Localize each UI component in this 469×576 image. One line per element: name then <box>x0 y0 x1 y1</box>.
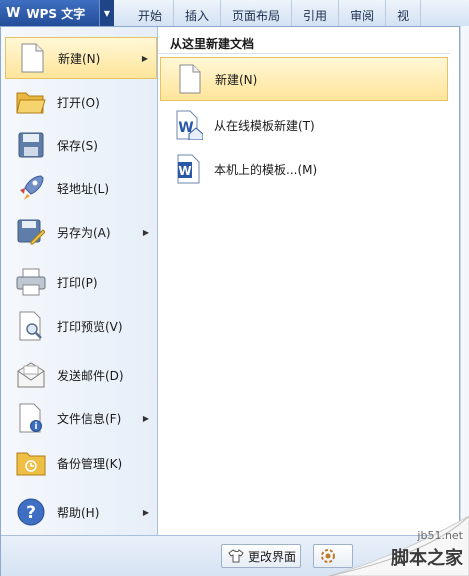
tab-page-layout[interactable]: 页面布局 <box>221 0 293 26</box>
online-template-icon: W <box>174 109 204 141</box>
mail-icon <box>15 359 47 391</box>
svg-text:W: W <box>178 164 191 178</box>
submenu-item-label: 本机上的模板...(M) <box>214 162 318 177</box>
help-icon: ? <box>15 496 47 528</box>
blank-doc-icon <box>175 63 205 95</box>
menu-item-save-as[interactable]: 另存为(A) ▶ <box>5 211 157 253</box>
shirt-icon <box>228 548 244 564</box>
change-ui-label: 更改界面 <box>248 549 297 564</box>
menu-item-new[interactable]: 新建(N) ▶ <box>5 37 157 79</box>
site-watermark: jb51.net 脚本之家 <box>319 516 469 576</box>
printer-icon <box>15 266 47 298</box>
menu-item-print-preview[interactable]: 打印预览(V) <box>5 305 157 347</box>
wps-logo-icon: W <box>6 5 21 21</box>
submenu-item-new-blank[interactable]: 新建(N) <box>160 57 448 101</box>
submenu-item-label: 从在线模板新建(T) <box>214 118 315 133</box>
submenu-item-label: 新建(N) <box>215 72 258 87</box>
tab-references[interactable]: 引用 <box>292 0 340 26</box>
menu-item-label: 文件信息(F) <box>57 411 122 426</box>
file-menu-panel: 新建(N) ▶ 打开(O) 保存(S) 轻地址(L) 另存为(A) ▶ 打印(P… <box>0 26 460 576</box>
file-menu-left-column: 新建(N) ▶ 打开(O) 保存(S) 轻地址(L) 另存为(A) ▶ 打印(P… <box>1 27 158 535</box>
menu-item-label: 另存为(A) <box>57 225 111 240</box>
new-doc-icon <box>16 42 48 74</box>
save-as-icon <box>15 216 47 248</box>
menu-item-backup[interactable]: 备份管理(K) <box>5 442 157 484</box>
menu-item-open[interactable]: 打开(O) <box>5 81 157 123</box>
chevron-down-icon: ▼ <box>99 0 114 26</box>
new-document-submenu: 从这里新建文档 新建(N) W 从在线模板新建(T) W 本机上的模板...(M… <box>158 27 450 507</box>
save-disk-icon <box>15 129 47 161</box>
menu-item-label: 帮助(H) <box>57 505 100 520</box>
menu-item-label: 备份管理(K) <box>57 456 123 471</box>
submenu-arrow-icon: ▶ <box>142 413 149 423</box>
submenu-item-local-template[interactable]: W 本机上的模板...(M) <box>160 147 448 191</box>
app-title: WPS 文字 <box>26 6 86 21</box>
menu-item-label: 打开(O) <box>57 95 100 110</box>
menu-item-save[interactable]: 保存(S) <box>5 124 157 166</box>
open-folder-icon <box>15 86 47 118</box>
divider <box>158 53 450 54</box>
document-edge <box>460 26 469 576</box>
submenu-arrow-icon: ▶ <box>142 227 149 237</box>
menu-item-send-mail[interactable]: 发送邮件(D) <box>5 354 157 396</box>
submenu-arrow-icon: ▶ <box>142 507 149 517</box>
tab-home[interactable]: 开始 <box>114 0 175 26</box>
menu-item-label: 保存(S) <box>57 138 98 153</box>
wps-app-menu-button[interactable]: W WPS 文字 ▼ <box>0 0 114 26</box>
watermark-site: jb51.net <box>417 529 463 542</box>
tab-insert[interactable]: 插入 <box>174 0 222 26</box>
svg-text:?: ? <box>26 503 36 523</box>
backup-folder-icon <box>15 447 47 479</box>
submenu-title: 从这里新建文档 <box>170 37 255 51</box>
menu-item-label: 轻地址(L) <box>57 181 110 196</box>
tab-review[interactable]: 审阅 <box>339 0 387 26</box>
ribbon-tabs: 开始 插入 页面布局 引用 审阅 视 <box>114 0 422 26</box>
menu-item-file-info[interactable]: 文件信息(F) ▶ <box>5 397 157 439</box>
menu-item-label: 新建(N) <box>58 51 101 66</box>
menu-item-qing-address[interactable]: 轻地址(L) <box>5 167 157 209</box>
menu-item-label: 发送邮件(D) <box>57 368 124 383</box>
submenu-arrow-icon: ▶ <box>141 53 148 63</box>
print-preview-icon <box>15 310 47 342</box>
menu-item-help[interactable]: ? 帮助(H) ▶ <box>5 491 157 533</box>
menu-item-label: 打印(P) <box>57 275 98 290</box>
local-template-icon: W <box>174 153 204 185</box>
submenu-item-online-template[interactable]: W 从在线模板新建(T) <box>160 103 448 147</box>
file-info-icon <box>15 402 47 434</box>
top-bar: W WPS 文字 ▼ 开始 插入 页面布局 引用 审阅 视 <box>0 0 469 27</box>
tab-view[interactable]: 视 <box>386 0 422 26</box>
menu-item-label: 打印预览(V) <box>57 319 123 334</box>
change-ui-button[interactable]: 更改界面 <box>221 544 301 568</box>
rocket-icon <box>15 172 47 204</box>
watermark-brand: 脚本之家 <box>391 548 463 569</box>
menu-item-print[interactable]: 打印(P) <box>5 261 157 303</box>
